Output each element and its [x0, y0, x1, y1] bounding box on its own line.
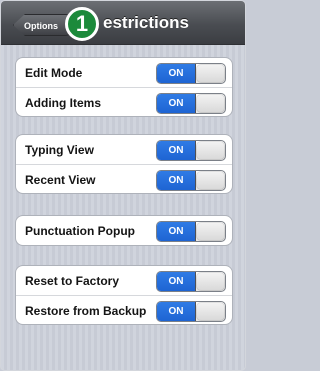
back-button-label: Options — [24, 21, 58, 31]
toggle-knob — [196, 222, 225, 241]
navigation-bar: Options 1 estrictions — [1, 1, 245, 45]
setting-label: Restore from Backup — [25, 304, 147, 318]
recent-view-toggle[interactable]: ON — [156, 170, 226, 191]
settings-group-views: Typing View ON Recent View ON — [15, 134, 233, 194]
toggle-on-label: ON — [157, 94, 196, 113]
toggle-on-label: ON — [157, 302, 196, 321]
toggle-knob — [196, 94, 225, 113]
toggle-knob — [196, 141, 225, 160]
toggle-on-label: ON — [157, 272, 196, 291]
toggle-knob — [196, 272, 225, 291]
reset-to-factory-toggle[interactable]: ON — [156, 271, 226, 292]
toggle-on-label: ON — [157, 141, 196, 160]
settings-group-backup: Reset to Factory ON Restore from Backup … — [15, 265, 233, 325]
toggle-on-label: ON — [157, 64, 196, 83]
setting-label: Punctuation Popup — [25, 224, 135, 238]
toggle-knob — [196, 302, 225, 321]
setting-row-adding-items: Adding Items ON — [16, 88, 232, 116]
back-button[interactable]: Options — [13, 14, 71, 36]
setting-row-edit-mode: Edit Mode ON — [16, 58, 232, 88]
adding-items-toggle[interactable]: ON — [156, 93, 226, 114]
settings-group-editing: Edit Mode ON Adding Items ON — [15, 57, 233, 117]
setting-row-restore-from-backup: Restore from Backup ON — [16, 296, 232, 324]
step-number: 1 — [75, 11, 89, 36]
setting-row-recent-view: Recent View ON — [16, 165, 232, 193]
setting-label: Edit Mode — [25, 66, 83, 80]
toggle-knob — [196, 64, 225, 83]
settings-group-punctuation: Punctuation Popup ON — [15, 215, 233, 246]
setting-row-reset-to-factory: Reset to Factory ON — [16, 266, 232, 296]
setting-label: Recent View — [25, 173, 96, 187]
setting-row-punctuation-popup: Punctuation Popup ON — [16, 216, 232, 245]
restore-from-backup-toggle[interactable]: ON — [156, 301, 226, 322]
typing-view-toggle[interactable]: ON — [156, 140, 226, 161]
punctuation-popup-toggle[interactable]: ON — [156, 221, 226, 242]
settings-screen: Options 1 estrictions Edit Mode ON Addin… — [0, 0, 246, 371]
edit-mode-toggle[interactable]: ON — [156, 63, 226, 84]
page-title: estrictions — [103, 13, 189, 32]
toggle-on-label: ON — [157, 171, 196, 190]
setting-label: Reset to Factory — [25, 274, 120, 288]
step-number-badge: 1 — [65, 7, 99, 41]
toggle-knob — [196, 171, 225, 190]
setting-label: Adding Items — [25, 96, 102, 110]
toggle-on-label: ON — [157, 222, 196, 241]
setting-label: Typing View — [25, 143, 94, 157]
setting-row-typing-view: Typing View ON — [16, 135, 232, 165]
